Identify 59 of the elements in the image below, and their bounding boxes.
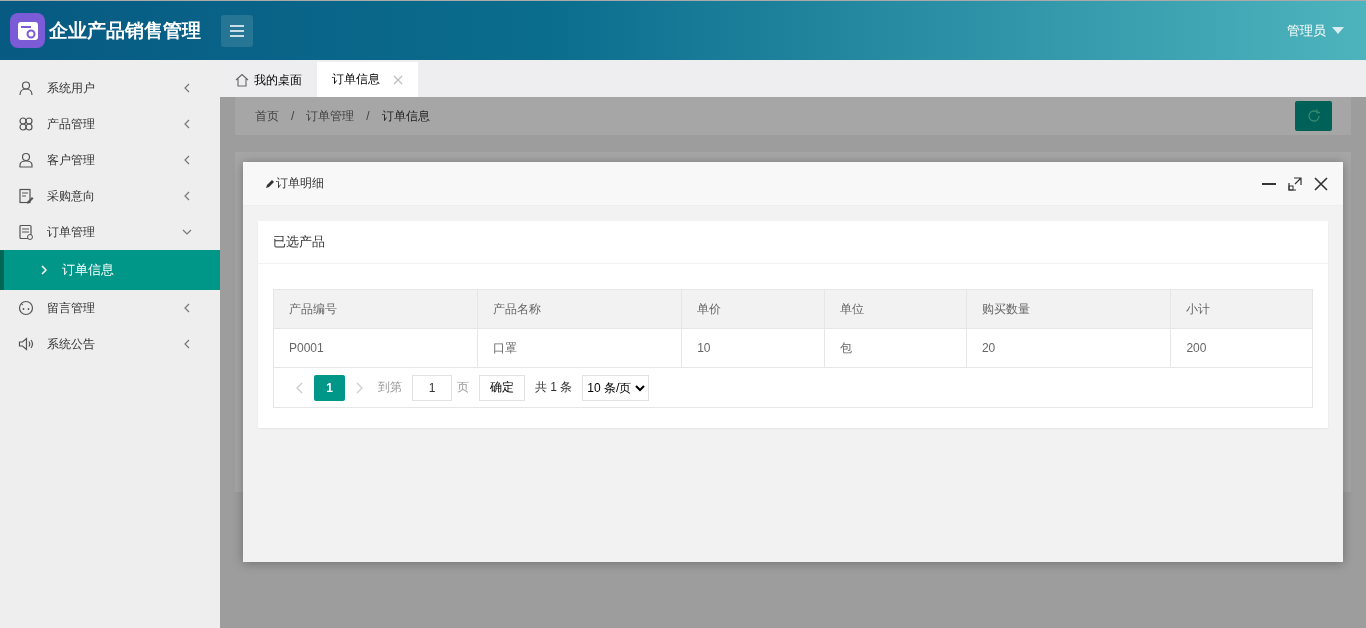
page-size-select[interactable]: 10 条/页 [582,374,650,401]
document-edit-icon [18,188,34,204]
minimize-button[interactable] [1262,182,1276,185]
column-header: 单位 [824,290,967,329]
chevron-left-icon [296,381,304,394]
card-title: 已选产品 [258,221,1328,264]
sidebar-item[interactable]: 采购意向 [0,178,220,214]
face-icon [18,300,34,316]
breadcrumb-separator: / [366,109,370,123]
table-cell: 包 [824,328,967,368]
table-cell: 200 [1170,328,1312,368]
dialog-title: 订单明细 [276,175,324,192]
tab[interactable]: 订单信息 [317,62,418,97]
column-header: 产品名称 [477,290,682,329]
table-cell: 口罩 [477,328,682,368]
maximize-button[interactable] [1288,176,1302,191]
app-title: 企业产品销售管理 [49,18,202,43]
caret-icon [1332,27,1344,34]
page-unit-label: 页 [457,379,469,396]
breadcrumb-link[interactable]: 订单信息 [381,107,430,125]
page-input[interactable]: 1 [412,374,452,401]
total-count: 共 1 条 [535,379,573,396]
breadcrumb-separator: / [291,109,295,123]
clover-icon [18,116,34,132]
chevron-right-icon [355,381,363,394]
column-header: 小计 [1170,290,1312,329]
breadcrumb-link[interactable]: 首页 [255,107,279,125]
sidebar-item[interactable]: 系统公告 [0,326,220,362]
home-icon [235,73,249,87]
sidebar-item[interactable]: 系统用户 [0,70,220,106]
menu-button[interactable] [221,14,253,47]
close-icon [1314,176,1328,191]
table-cell: P0001 [274,328,478,368]
close-button[interactable] [1314,176,1328,191]
table-cell: 10 [681,328,825,368]
confirm-button[interactable]: 确定 [479,374,525,401]
table-cell: 20 [966,328,1171,368]
sidebar-subitem[interactable]: 订单信息 [0,250,220,290]
sidebar-item[interactable]: 订单管理 [0,214,220,250]
tab[interactable]: 我的桌面 [220,63,317,97]
sidebar-item[interactable]: 产品管理 [0,106,220,142]
column-header: 单价 [681,290,825,329]
maximize-icon [1288,176,1302,191]
menu-icon [230,24,244,37]
goto-label: 到第 [378,379,402,396]
minimize-icon [1262,182,1276,185]
pencil-icon [265,178,275,189]
column-header: 购买数量 [966,290,1171,329]
speaker-icon [18,336,34,352]
person-icon [18,152,34,168]
sidebar-item[interactable]: 客户管理 [0,142,220,178]
column-header: 产品编号 [274,290,478,329]
page-number[interactable]: 1 [314,374,345,401]
document-icon [18,224,34,240]
sidebar-item[interactable]: 留言管理 [0,290,220,326]
close-icon [393,74,403,85]
chevron-right-icon [40,265,48,275]
breadcrumb-link[interactable]: 订单管理 [306,107,355,125]
user-icon [18,80,34,96]
